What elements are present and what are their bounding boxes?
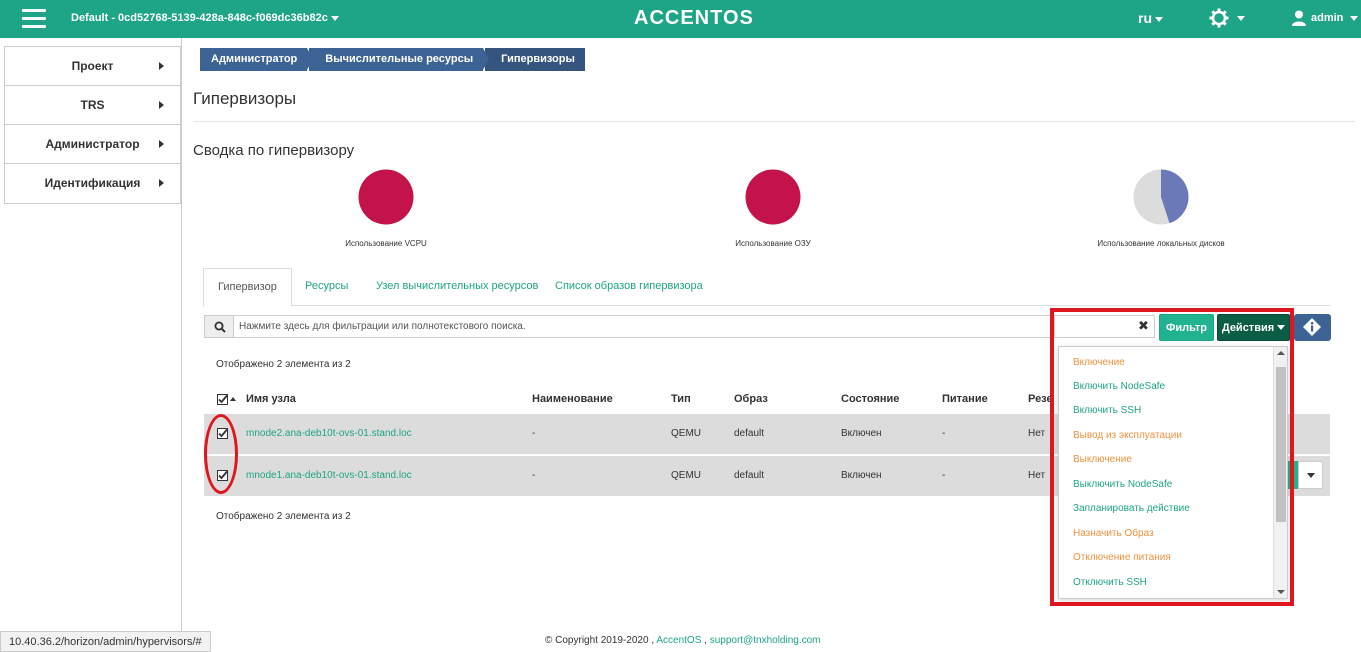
tab-image-list[interactable]: Список образов гипервизора [555, 268, 703, 306]
row-action-dropdown[interactable] [1298, 461, 1323, 489]
state-cell: Включен [841, 470, 882, 481]
reserve-cell: Нет [1028, 470, 1046, 481]
type-cell: QEMU [671, 428, 701, 439]
chevron-right-icon [159, 140, 164, 148]
type-cell: QEMU [671, 470, 701, 481]
pie-chart-disk [1133, 169, 1189, 225]
sidebar-item-label: Администратор [45, 137, 140, 151]
footer-accentos-link[interactable]: AccentOS [656, 635, 701, 646]
chevron-right-icon [159, 101, 164, 109]
reserve-cell: Нет [1028, 428, 1046, 439]
image-cell: default [734, 470, 765, 481]
sidebar-item-label: TRS [80, 98, 105, 112]
footer-copyright: © Copyright 2019-2020 , [545, 635, 655, 646]
breadcrumb-compute[interactable]: Вычислительные ресурсы [309, 48, 490, 71]
column-header-state[interactable]: Состояние [841, 393, 899, 405]
column-header-name[interactable]: Наименование [532, 393, 613, 405]
chevron-down-icon [1350, 15, 1359, 21]
highlight-annotation-ellipse [204, 414, 238, 494]
chevron-right-icon [159, 62, 164, 70]
project-selector-label: Default - 0cd52768-5139-428a-848c-f069dc… [71, 12, 328, 24]
breadcrumb-label: Гипервизоры [501, 53, 575, 65]
pie-slice-used [358, 169, 414, 225]
tab-compute-host[interactable]: Узел вычислительных ресурсов [376, 268, 538, 306]
project-selector[interactable]: Default - 0cd52768-5139-428a-848c-f069dc… [71, 12, 339, 24]
pie-chart-vcpu [358, 169, 414, 225]
gear-icon [1209, 8, 1229, 28]
language-selector[interactable]: ru [1138, 10, 1163, 26]
sidebar-item-label: Проект [71, 59, 114, 73]
breadcrumb-label: Вычислительные ресурсы [325, 53, 474, 65]
chevron-down-icon [330, 15, 339, 21]
user-menu[interactable]: admin [1292, 10, 1359, 26]
host-link[interactable]: mnode1.ana-deb10t-ovs-01.stand.loc [246, 470, 412, 481]
search-button[interactable] [204, 315, 234, 338]
chevron-right-icon [159, 179, 164, 187]
brand-logo: ACCENTOS [634, 7, 754, 29]
column-header-host[interactable]: Имя узла [246, 393, 296, 405]
sidebar-item-trs[interactable]: TRS [5, 86, 180, 125]
page-title: Гипервизоры [193, 89, 297, 108]
name-cell: - [532, 470, 536, 481]
power-cell: - [942, 470, 946, 481]
breadcrumb-hypervisors: Гипервизоры [485, 48, 585, 71]
tab-resources[interactable]: Ресурсы [305, 268, 348, 306]
pie-slice-used [745, 169, 801, 225]
name-cell: - [532, 428, 536, 439]
column-header-type[interactable]: Тип [671, 393, 691, 405]
divider [193, 121, 1355, 122]
status-bar-url: 10.40.36.2/horizon/admin/hypervisors/# [0, 631, 211, 652]
pie-label-ram: Использование ОЗУ [735, 239, 811, 248]
search-icon [214, 321, 226, 333]
footer-support-email-link[interactable]: support@tnxholding.com [710, 635, 821, 646]
image-cell: default [734, 428, 765, 439]
sort-asc-icon[interactable] [230, 397, 236, 401]
footer-separator: , [704, 635, 707, 646]
tab-hypervisor[interactable]: Гипервизор [203, 268, 292, 307]
sidebar-item-identity[interactable]: Идентификация [5, 164, 180, 203]
column-header-power[interactable]: Питание [942, 393, 988, 405]
column-header-reserve[interactable]: Резе [1028, 393, 1053, 405]
pie-label-vcpu: Использование VCPU [345, 239, 427, 248]
items-count-bottom: Отображено 2 элемента из 2 [216, 511, 351, 522]
state-cell: Включен [841, 428, 882, 439]
chevron-down-icon [1155, 16, 1163, 22]
power-cell: - [942, 428, 946, 439]
select-all-checkbox[interactable] [217, 394, 228, 405]
tab-bar: Гипервизор Ресурсы Узел вычислительных р… [203, 268, 1330, 307]
host-link[interactable]: mnode2.ana-deb10t-ovs-01.stand.loc [246, 428, 412, 439]
sidebar-item-admin[interactable]: Администратор [5, 125, 180, 164]
sidebar-item-label: Идентификация [44, 176, 141, 190]
user-icon [1292, 10, 1306, 26]
footer: © Copyright 2019-2020 , AccentOS , suppo… [545, 635, 821, 646]
sidebar-item-project[interactable]: Проект [5, 47, 180, 86]
settings-menu[interactable] [1209, 8, 1245, 28]
sidebar-nav: Проект TRS Администратор Идентификация [4, 46, 181, 204]
breadcrumb: Администратор Вычислительные ресурсы Гип… [200, 48, 587, 71]
menu-toggle-icon[interactable] [22, 9, 46, 29]
column-header-image[interactable]: Образ [734, 393, 768, 405]
breadcrumb-label: Администратор [211, 53, 298, 65]
summary-title: Сводка по гипервизору [193, 142, 355, 159]
user-name: admin [1311, 11, 1344, 24]
info-button[interactable] [1294, 314, 1331, 341]
chevron-down-icon [1237, 15, 1245, 21]
language-label: ru [1138, 10, 1152, 26]
breadcrumb-admin[interactable]: Администратор [200, 48, 314, 71]
info-icon [1303, 318, 1321, 336]
items-count-top: Отображено 2 элемента из 2 [216, 359, 351, 370]
top-navbar: Default - 0cd52768-5139-428a-848c-f069dc… [0, 0, 1361, 38]
pie-label-disk: Использование локальных дисков [1097, 239, 1225, 248]
sidebar: Проект TRS Администратор Идентификация [0, 38, 182, 652]
chevron-down-icon [1307, 473, 1315, 478]
search-input[interactable] [234, 315, 1055, 338]
pie-chart-ram [745, 169, 801, 225]
highlight-annotation-rectangle [1050, 308, 1294, 606]
